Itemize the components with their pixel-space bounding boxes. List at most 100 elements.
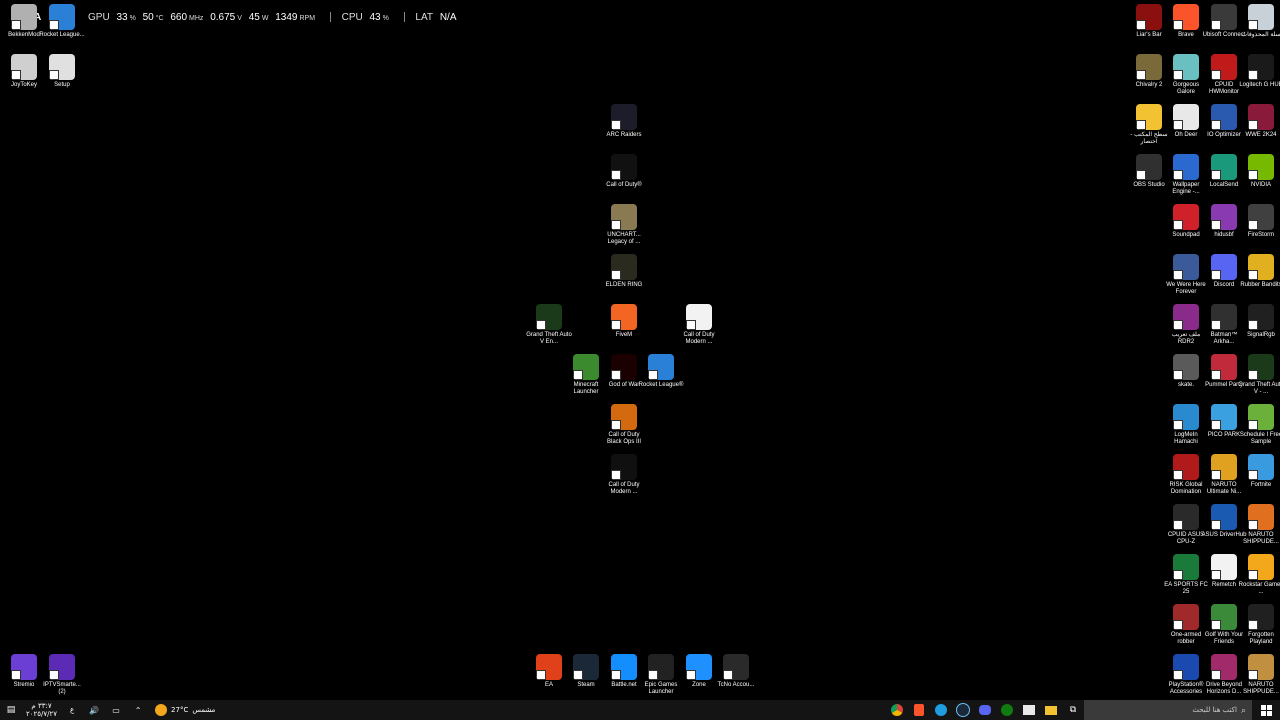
- clock[interactable]: ٣٣:٧ م ٢٠٢٥/٧/٢٧: [26, 702, 57, 718]
- desktop-icon[interactable]: Fortnite: [1238, 454, 1280, 489]
- shortcut-arrow-icon: [1211, 570, 1221, 580]
- desktop-icon-label: IPTVSmarte... (2): [43, 682, 81, 695]
- naruto-icon: [1211, 454, 1237, 480]
- steam-taskbar-icon[interactable]: [954, 702, 972, 718]
- shortcut-arrow-icon: [1248, 520, 1258, 530]
- volume-icon[interactable]: 🔊: [85, 702, 103, 718]
- tcno-icon: [723, 654, 749, 680]
- desktop-icon[interactable]: SignalRgb: [1238, 304, 1280, 339]
- weather-temp: 27°C: [171, 706, 189, 714]
- shortcut-arrow-icon: [1211, 370, 1221, 380]
- desktop-icon[interactable]: Setup: [39, 54, 85, 89]
- desktop-icon[interactable]: WWE 2K24: [1238, 104, 1280, 139]
- desktop-icon[interactable]: Call of Duty Black Ops III: [601, 404, 647, 446]
- shortcut-arrow-icon: [1248, 320, 1258, 330]
- nvidia-icon: [1248, 154, 1274, 180]
- logitech-icon: [1248, 54, 1274, 80]
- desktop-icon[interactable]: Call of Duty Modern ...: [676, 304, 722, 346]
- desktop-icon[interactable]: Grand Theft Auto V - ...: [1238, 354, 1280, 396]
- desktop-icon-label: Setup: [54, 82, 70, 88]
- ea-icon: [536, 654, 562, 680]
- desktop-icon[interactable]: Rubber Bandits: [1238, 254, 1280, 289]
- chrome-taskbar-icon[interactable]: [888, 702, 906, 718]
- file-explorer-taskbar-icon[interactable]: [1042, 702, 1060, 718]
- desktop-icon[interactable]: NVIDIA: [1238, 154, 1280, 189]
- steam-icon: [573, 654, 599, 680]
- edge-taskbar-icon[interactable]: [932, 702, 950, 718]
- desktop-icon-label: Rubber Bandits: [1240, 282, 1280, 288]
- pummel-party-icon: [1211, 354, 1237, 380]
- blank-file-icon: [1211, 554, 1237, 580]
- desktop-icon-label: Forgotten Playland: [1248, 632, 1274, 645]
- zone-icon: [686, 654, 712, 680]
- ubisoft-icon: [1211, 4, 1237, 30]
- action-center-icon[interactable]: ▤: [2, 702, 20, 718]
- desktop-icon[interactable]: ELDEN RING: [601, 254, 647, 289]
- wwe-icon: [1248, 104, 1274, 130]
- arc-raiders-icon: [611, 104, 637, 130]
- desktop-icon-label: Logitech G HUB: [1239, 82, 1280, 88]
- desktop-icon[interactable]: IPTVSmarte... (2): [39, 654, 85, 696]
- desktop-icon[interactable]: Grand Theft Auto V En...: [526, 304, 572, 346]
- stremio-icon: [11, 654, 37, 680]
- desktop-icon[interactable]: NARUTO SHIPPUDE...: [1238, 654, 1280, 696]
- fortnite-icon: [1248, 454, 1274, 480]
- obs-icon: [1136, 154, 1162, 180]
- desktop-icon[interactable]: Rockstar Games ...: [1238, 554, 1280, 596]
- desktop-icon-label: Schedule I Free Sample: [1239, 432, 1280, 445]
- desktop-icon[interactable]: NARUTO SHIPPUDE...: [1238, 504, 1280, 546]
- search-box[interactable]: اكتب هنا للبحث ⌕: [1084, 700, 1252, 720]
- shortcut-arrow-icon: [1211, 470, 1221, 480]
- weather-widget[interactable]: 27°C مشمس: [155, 704, 215, 716]
- desktop-icon[interactable]: FiveM: [601, 304, 647, 339]
- xbox-taskbar-icon[interactable]: [998, 702, 1016, 718]
- task-view-icon[interactable]: ⧉: [1064, 702, 1082, 718]
- shortcut-arrow-icon: [1211, 620, 1221, 630]
- desktop-icon[interactable]: Forgotten Playland: [1238, 604, 1280, 646]
- desktop-icon[interactable]: UNCHART... Legacy of ...: [601, 204, 647, 246]
- desktop-icon-label: Grand Theft Auto V En...: [526, 332, 572, 345]
- call-of-duty-icon: [611, 154, 637, 180]
- shortcut-arrow-icon: [1173, 570, 1183, 580]
- desktop-icon[interactable]: سلة المحذوفات: [1238, 4, 1280, 39]
- desktop-icon-label: Rocket League...: [39, 32, 85, 38]
- brave-taskbar-icon[interactable]: [910, 702, 928, 718]
- asus-icon: [1211, 504, 1237, 530]
- start-icon[interactable]: [1254, 702, 1278, 718]
- desktop-icon[interactable]: Logitech G HUB: [1238, 54, 1280, 89]
- setup-icon: [49, 54, 75, 80]
- show-hidden-icons-icon[interactable]: ⌃: [129, 702, 147, 718]
- shortcut-arrow-icon: [611, 670, 621, 680]
- shortcut-arrow-icon: [1173, 320, 1183, 330]
- ea-fc-icon: [1173, 554, 1199, 580]
- gpu-label: GPU: [88, 12, 110, 23]
- desktop-icon-label: WWE 2K24: [1245, 132, 1277, 138]
- oh-deer-icon: [1173, 104, 1199, 130]
- hwmonitor-icon: [1211, 54, 1237, 80]
- sun-icon: [155, 704, 168, 716]
- desktop-icon[interactable]: Rocket League®: [638, 354, 684, 389]
- weather-desc: مشمس: [192, 706, 216, 714]
- desktop-icon[interactable]: Rocket League...: [39, 4, 85, 39]
- hamachi-icon: [1173, 404, 1199, 430]
- shortcut-arrow-icon: [573, 370, 583, 380]
- desktop-icon[interactable]: FireStorm: [1238, 204, 1280, 239]
- desktop-icon[interactable]: TcNo Accou...: [713, 654, 759, 689]
- golf-icon: [1211, 604, 1237, 630]
- desktop-icon-label: Call of Duty Modern ...: [608, 482, 640, 495]
- discord-icon: [1211, 254, 1237, 280]
- shortcut-arrow-icon: [611, 220, 621, 230]
- gpu-usage: 33: [116, 12, 128, 23]
- search-icon: ⌕: [1240, 704, 1246, 715]
- desktop-icon[interactable]: ARC Raiders: [601, 104, 647, 139]
- clock-time: ٣٣:٧ م: [31, 702, 52, 710]
- rocket-league-icon: [49, 4, 75, 30]
- taskbar: ▤ ٣٣:٧ م ٢٠٢٥/٧/٢٧ ع 🔊 ▭ ⌃ 27°C مشمس ⧉ ا…: [0, 700, 1280, 720]
- desktop-icon[interactable]: Call of Duty Modern ...: [601, 454, 647, 496]
- store-taskbar-icon[interactable]: [1020, 702, 1038, 718]
- network-icon[interactable]: ▭: [107, 702, 125, 718]
- language-icon[interactable]: ع: [63, 702, 81, 718]
- discord-taskbar-icon[interactable]: [976, 702, 994, 718]
- desktop-icon[interactable]: Call of Duty®: [601, 154, 647, 189]
- desktop-icon[interactable]: Schedule I Free Sample: [1238, 404, 1280, 446]
